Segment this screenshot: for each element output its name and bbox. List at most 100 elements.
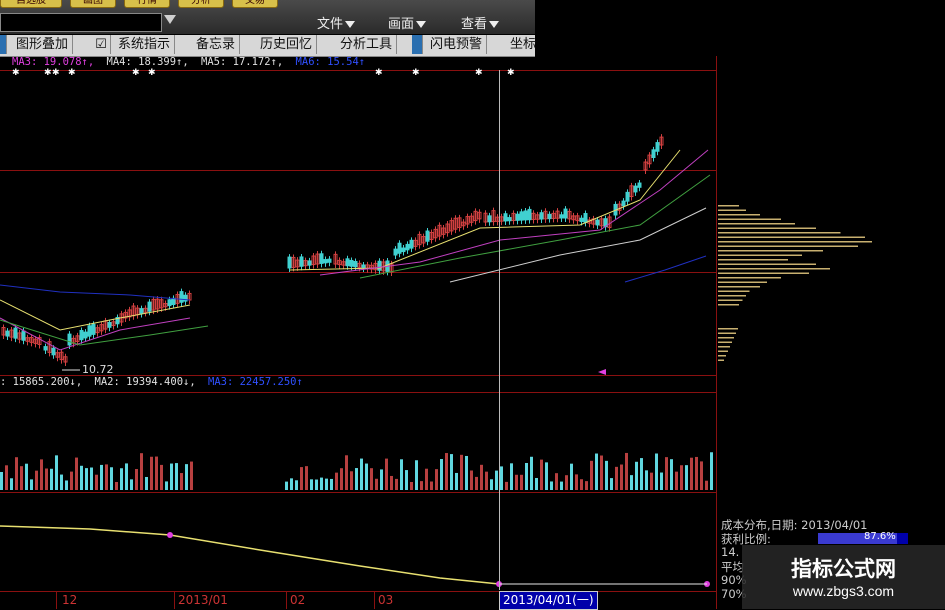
volume-bar: [15, 457, 18, 490]
volume-bar: [145, 476, 148, 490]
volume-bar: [325, 478, 328, 490]
volume-bar: [635, 461, 638, 490]
signal-marker-icon: ✱: [68, 68, 76, 78]
volume-bar: [505, 481, 508, 490]
cost-bar: [718, 263, 816, 265]
candle-body: [319, 253, 324, 264]
volume-bar: [650, 472, 653, 490]
volume-bar: [705, 480, 708, 490]
candle-body: [171, 297, 176, 305]
axis-label: 02: [290, 593, 306, 607]
volume-bar: [600, 455, 603, 490]
volume-bar: [555, 473, 558, 490]
candle-body: [527, 208, 532, 221]
cost-bar: [718, 209, 746, 211]
volume-bar: [660, 472, 663, 490]
candle-body: [147, 301, 152, 312]
candle-body: [503, 213, 508, 222]
candle-body: [519, 211, 524, 221]
candle-body: [579, 217, 584, 222]
volume-bar: [450, 454, 453, 490]
volume-bar: [455, 472, 458, 490]
volume-bar: [580, 479, 583, 490]
candle-body: [299, 256, 304, 267]
volume-bar: [35, 470, 38, 490]
crosshair-cursor[interactable]: [499, 70, 500, 590]
cost-bar: [718, 218, 781, 220]
candle-body: [51, 347, 56, 356]
volume-bar: [65, 480, 68, 490]
cost-bar: [718, 272, 809, 274]
volume-bar: [40, 459, 43, 490]
cost-bar: [718, 205, 739, 207]
volume-bar: [405, 470, 408, 490]
volume-bar: [565, 475, 568, 490]
volume-bar: [570, 463, 573, 490]
volume-bar: [120, 468, 123, 490]
candlestick-series: [1, 134, 664, 366]
volume-bar: [480, 464, 483, 490]
volume-bar: [485, 471, 488, 490]
volume-bar: [430, 481, 433, 490]
candle-body: [21, 330, 26, 341]
candle-body: [13, 327, 18, 339]
cost-bar: [718, 328, 738, 330]
volume-bar: [685, 465, 688, 490]
volume-bar: [85, 468, 88, 490]
volume-bar: [490, 479, 493, 490]
cost-bar: [718, 286, 760, 288]
cost-bar: [718, 259, 788, 261]
volume-bar: [390, 475, 393, 490]
volume-bars: [0, 452, 713, 490]
candle-body: [405, 243, 410, 251]
volume-bar: [445, 453, 448, 490]
candle-body: [401, 247, 406, 253]
candle-body: [637, 182, 642, 188]
candle-body: [327, 258, 332, 263]
volume-bar: [365, 463, 368, 490]
moving-average-lines: [0, 149, 711, 351]
volume-bar: [320, 477, 323, 490]
volume-bar: [560, 481, 563, 490]
volume-bar: [170, 463, 173, 490]
volume-bar: [330, 478, 333, 490]
candle-body: [507, 217, 512, 222]
volume-bar: [400, 459, 403, 490]
cost-bar: [718, 332, 736, 334]
volume-bar: [545, 462, 548, 490]
volume-bar: [60, 474, 63, 490]
candle-body: [107, 322, 112, 328]
volume-bar: [100, 464, 103, 490]
candle-body: [515, 213, 520, 221]
volume-bar: [0, 471, 3, 490]
candle-body: [655, 142, 660, 152]
volume-bar: [620, 464, 623, 490]
indicator-point: [167, 532, 173, 538]
signal-marker-icon: ✱: [148, 68, 156, 78]
volume-bar: [495, 470, 498, 490]
volume-bar: [370, 468, 373, 490]
profit-value: 87.6%: [864, 531, 896, 542]
cost-bar: [718, 299, 743, 301]
volume-bar: [610, 478, 613, 490]
cost-bar: [718, 355, 726, 357]
candle-body: [547, 213, 552, 220]
volume-bar: [305, 466, 308, 490]
candle-body: [91, 323, 96, 335]
volume-bar: [675, 471, 678, 490]
candle-body: [361, 264, 366, 269]
volume-bar: [95, 474, 98, 490]
cost-bar: [718, 214, 760, 216]
volume-bar: [630, 475, 633, 490]
candle-body: [633, 185, 638, 193]
candle-body: [539, 212, 544, 220]
volume-bar: [640, 458, 643, 490]
cost-bar: [718, 341, 732, 343]
volume-bar: [515, 474, 518, 490]
watermark: 指标公式网 www.zbgs3.com: [742, 545, 945, 609]
axis-label: 12: [62, 593, 78, 607]
volume-bar: [500, 466, 503, 490]
volume-bar: [465, 455, 468, 490]
candle-body: [353, 260, 358, 268]
volume-bar: [350, 471, 353, 490]
